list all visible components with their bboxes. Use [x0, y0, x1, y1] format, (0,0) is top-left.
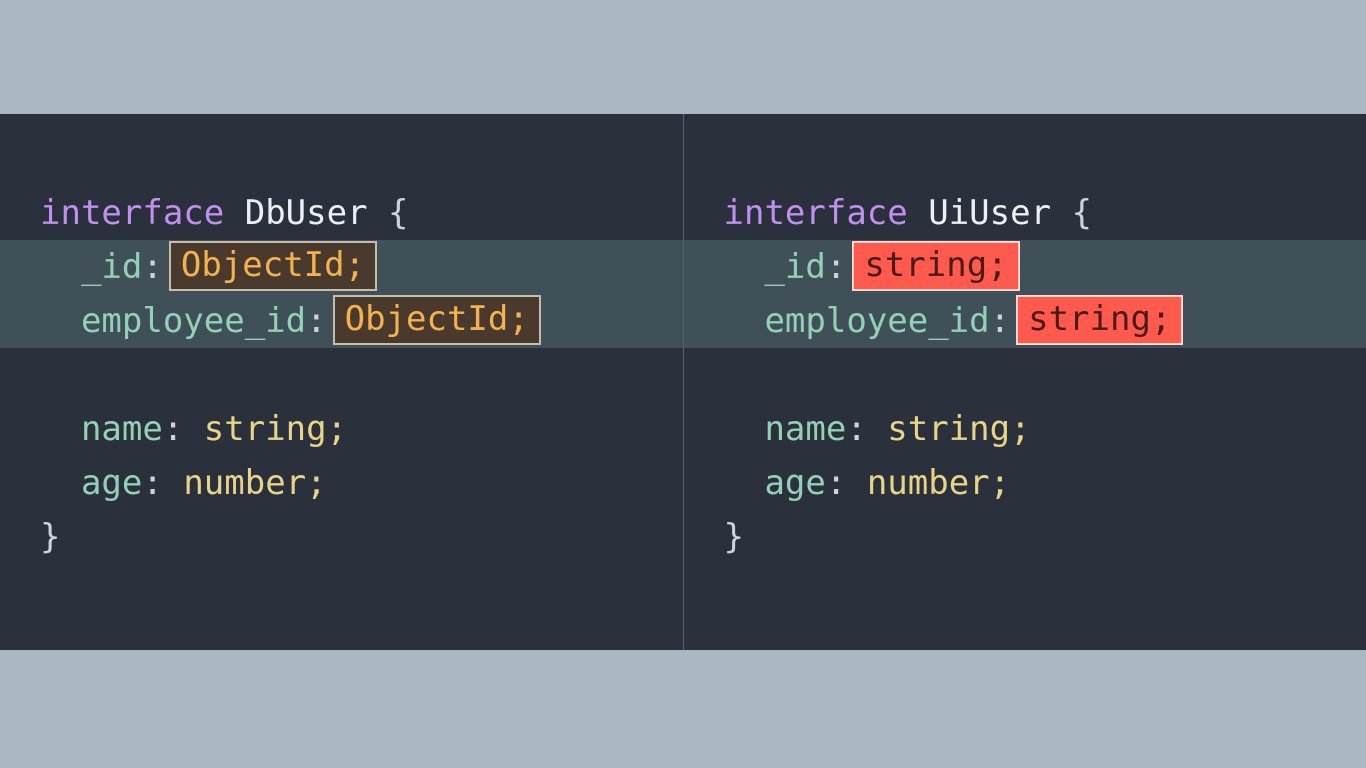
type-chip-objectid: ObjectId; [333, 295, 541, 345]
brace-close: } [724, 517, 744, 557]
prop-line: employee_id:ObjectId; [40, 294, 683, 348]
brace-close: } [40, 517, 60, 557]
keyword-interface: interface [724, 193, 908, 233]
colon: : [826, 463, 846, 503]
type-chip-objectid: ObjectId; [169, 241, 377, 291]
colon: : [142, 463, 162, 503]
colon: : [846, 409, 866, 449]
prop-type: number; [867, 463, 1010, 503]
prop-line: age: number; [40, 456, 683, 510]
brace-open: { [388, 193, 408, 233]
prop-type: number; [183, 463, 326, 503]
prop-key: _id [81, 247, 142, 287]
colon: : [306, 301, 326, 341]
colon: : [142, 247, 162, 287]
brace-open: { [1072, 193, 1092, 233]
prop-line: _id:string; [724, 240, 1366, 294]
prop-key: age [81, 463, 142, 503]
prop-key: employee_id [764, 301, 989, 341]
prop-line: _id:ObjectId; [40, 240, 683, 294]
prop-type: string; [204, 409, 347, 449]
type-name: UiUser [928, 193, 1051, 233]
left-pane: interface DbUser { _id:ObjectId; employe… [0, 114, 683, 650]
interface-decl: interface DbUser { [40, 186, 683, 240]
prop-line: employee_id:string; [724, 294, 1366, 348]
colon: : [990, 301, 1010, 341]
colon: : [163, 409, 183, 449]
blank-line [724, 348, 1366, 402]
prop-type: string; [887, 409, 1030, 449]
right-pane: interface UiUser { _id:string; employee_… [684, 114, 1366, 650]
interface-decl: interface UiUser { [724, 186, 1366, 240]
blank-line [40, 348, 683, 402]
type-name: DbUser [245, 193, 368, 233]
prop-key: _id [764, 247, 825, 287]
keyword-interface: interface [40, 193, 224, 233]
prop-line: age: number; [724, 456, 1366, 510]
colon: : [826, 247, 846, 287]
brace-close-line: } [40, 510, 683, 564]
prop-line: name: string; [40, 402, 683, 456]
prop-key: name [81, 409, 163, 449]
prop-line: name: string; [724, 402, 1366, 456]
brace-close-line: } [724, 510, 1366, 564]
type-chip-string: string; [852, 241, 1019, 291]
prop-key: employee_id [81, 301, 306, 341]
type-chip-string: string; [1016, 295, 1183, 345]
prop-key: age [764, 463, 825, 503]
code-comparison: interface DbUser { _id:ObjectId; employe… [0, 114, 1366, 650]
prop-key: name [764, 409, 846, 449]
